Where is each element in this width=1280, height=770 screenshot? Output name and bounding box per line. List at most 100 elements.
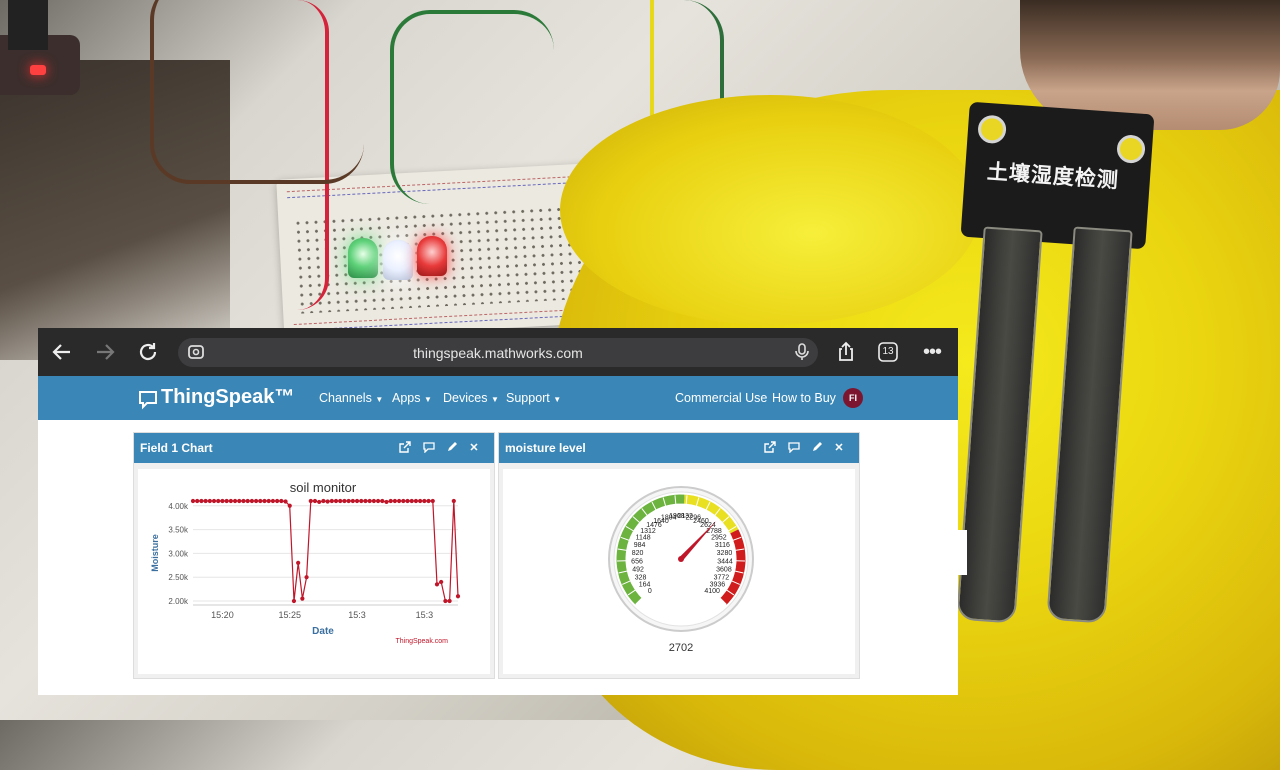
data-point[interactable] [330, 499, 334, 503]
data-point[interactable] [342, 499, 346, 503]
more-icon[interactable]: ••• [920, 340, 944, 364]
url-text: thingspeak.mathworks.com [178, 345, 818, 361]
address-bar[interactable]: thingspeak.mathworks.com [178, 338, 818, 367]
nav-commercial-use[interactable]: Commercial Use [675, 391, 767, 405]
data-point[interactable] [372, 499, 376, 503]
nav-devices[interactable]: Devices ▼ [443, 391, 499, 405]
nav-channels[interactable]: Channels ▼ [319, 391, 383, 405]
data-point[interactable] [317, 500, 321, 504]
led-white [383, 240, 413, 280]
data-point[interactable] [262, 499, 266, 503]
data-point[interactable] [380, 499, 384, 503]
data-point[interactable] [363, 499, 367, 503]
nav-apps[interactable]: Apps ▼ [392, 391, 432, 405]
data-point[interactable] [443, 599, 447, 603]
data-point[interactable] [456, 594, 460, 598]
data-point[interactable] [338, 499, 342, 503]
edit-icon[interactable] [810, 441, 824, 456]
data-point[interactable] [204, 499, 208, 503]
data-point[interactable] [435, 582, 439, 586]
data-point[interactable] [334, 499, 338, 503]
data-point[interactable] [355, 499, 359, 503]
open-external-icon[interactable] [398, 441, 412, 456]
data-point[interactable] [241, 499, 245, 503]
nav-how-to-buy[interactable]: How to Buy [772, 391, 836, 405]
data-point[interactable] [212, 499, 216, 503]
data-point[interactable] [199, 499, 203, 503]
arrow-left-icon[interactable] [50, 340, 74, 364]
data-point[interactable] [401, 499, 405, 503]
nav-support[interactable]: Support ▼ [506, 391, 561, 405]
user-avatar[interactable]: FI [843, 388, 863, 408]
data-point[interactable] [191, 499, 195, 503]
data-point[interactable] [288, 504, 292, 508]
x-tick-label: 15:20 [211, 610, 234, 620]
gauge-scale-label: 2952 [711, 535, 727, 542]
data-point[interactable] [283, 499, 287, 503]
brand-logo[interactable] [138, 390, 158, 415]
tabs-icon[interactable]: 13 [876, 340, 900, 364]
wire-green [390, 10, 554, 204]
data-point[interactable] [271, 499, 275, 503]
data-point[interactable] [250, 499, 254, 503]
data-point[interactable] [426, 499, 430, 503]
comment-icon[interactable] [787, 441, 801, 456]
share-icon[interactable] [834, 340, 858, 364]
comment-icon[interactable] [422, 441, 436, 456]
microphone-icon[interactable] [790, 340, 814, 364]
data-point[interactable] [418, 499, 422, 503]
data-point[interactable] [368, 499, 372, 503]
data-point[interactable] [275, 499, 279, 503]
data-point[interactable] [220, 499, 224, 503]
data-point[interactable] [422, 499, 426, 503]
data-point[interactable] [195, 499, 199, 503]
data-point[interactable] [389, 499, 393, 503]
data-point[interactable] [279, 499, 283, 503]
data-point[interactable] [410, 499, 414, 503]
edit-icon[interactable] [445, 441, 459, 456]
data-point[interactable] [393, 499, 397, 503]
gauge-scale-label: 1148 [636, 535, 651, 542]
data-point[interactable] [439, 580, 443, 584]
data-point[interactable] [258, 499, 262, 503]
chart-watermark: ThingSpeak.com [395, 638, 448, 645]
data-point[interactable] [233, 499, 237, 503]
data-point[interactable] [309, 499, 313, 503]
data-point[interactable] [447, 599, 451, 603]
data-point[interactable] [431, 499, 435, 503]
data-point[interactable] [397, 499, 401, 503]
arrow-right-icon[interactable] [93, 340, 117, 364]
data-point[interactable] [347, 499, 351, 503]
data-point[interactable] [292, 599, 296, 603]
data-point[interactable] [351, 499, 355, 503]
data-point[interactable] [237, 499, 241, 503]
open-external-icon[interactable] [763, 441, 777, 456]
data-point[interactable] [321, 499, 325, 503]
data-point[interactable] [313, 499, 317, 503]
data-point[interactable] [225, 499, 229, 503]
data-point[interactable] [267, 499, 271, 503]
data-point[interactable] [384, 500, 388, 504]
data-point[interactable] [414, 499, 418, 503]
led-green [348, 238, 378, 278]
data-point[interactable] [359, 499, 363, 503]
data-point[interactable] [304, 575, 308, 579]
data-point[interactable] [300, 597, 304, 601]
panel-header: moisture level ✕ [499, 433, 859, 463]
data-point[interactable] [216, 499, 220, 503]
data-point[interactable] [208, 499, 212, 503]
data-point[interactable] [229, 499, 233, 503]
field-chart-panel: Field 1 Chart ✕ soil monitor 2.00k2.50k3… [133, 432, 495, 679]
data-point[interactable] [326, 499, 330, 503]
data-point[interactable] [254, 499, 258, 503]
data-point[interactable] [405, 499, 409, 503]
close-icon[interactable]: ✕ [832, 441, 846, 454]
close-icon[interactable]: ✕ [467, 441, 481, 454]
data-point[interactable] [296, 561, 300, 565]
brand-name[interactable]: ThingSpeak™ [161, 386, 294, 409]
data-point[interactable] [246, 499, 250, 503]
reload-icon[interactable] [136, 340, 160, 364]
data-point[interactable] [452, 499, 456, 503]
y-tick-label: 2.00k [168, 597, 189, 606]
data-point[interactable] [376, 499, 380, 503]
